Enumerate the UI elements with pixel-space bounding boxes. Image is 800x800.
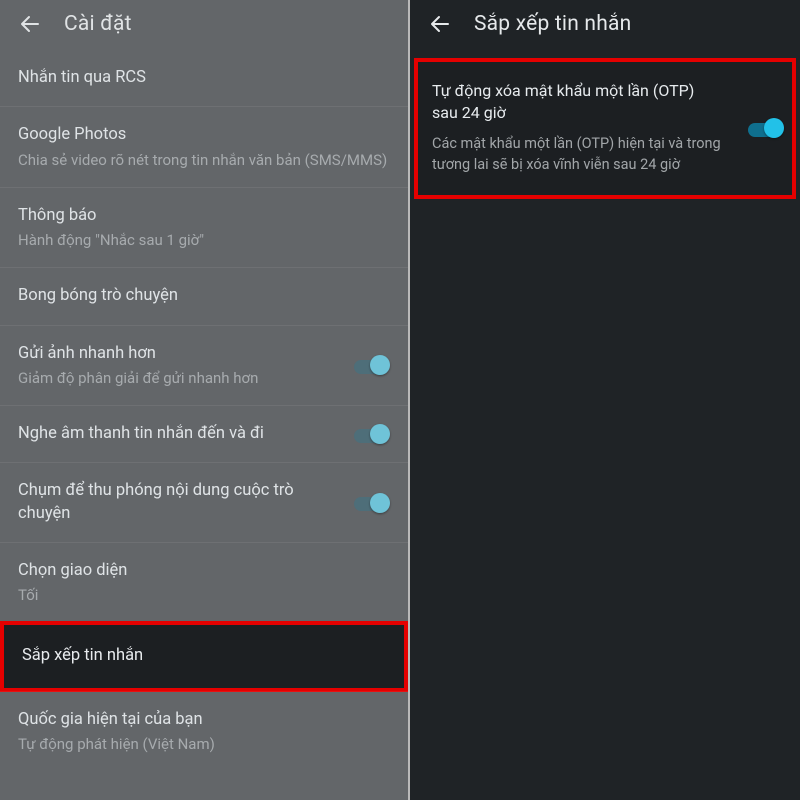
back-icon[interactable]	[18, 12, 42, 36]
row-country[interactable]: Quốc gia hiện tại của bạn Tự động phát h…	[0, 691, 408, 772]
back-icon[interactable]	[428, 12, 452, 36]
card-title: Tự động xóa mật khẩu một lần (OTP) sau 2…	[432, 80, 778, 125]
card-description: Các mật khẩu một lần (OTP) hiện tại và t…	[432, 133, 778, 175]
organize-messages-screen: Sắp xếp tin nhắn Tự động xóa mật khẩu mộ…	[410, 0, 800, 800]
row-notifications[interactable]: Thông báo Hành động "Nhắc sau 1 giờ"	[0, 187, 408, 268]
row-send-faster[interactable]: Gửi ảnh nhanh hơn Giảm độ phân giải để g…	[0, 325, 408, 406]
row-label: Chọn giao diện	[18, 560, 390, 582]
row-sublabel: Chia sẻ video rõ nét trong tin nhắn văn …	[18, 150, 390, 170]
row-label: Thông báo	[18, 205, 390, 227]
appbar: Sắp xếp tin nhắn	[410, 0, 800, 50]
toggle-otp-auto-delete[interactable]	[746, 118, 782, 138]
row-theme[interactable]: Chọn giao diện Tối	[0, 542, 408, 623]
row-chat-bubbles[interactable]: Bong bóng trò chuyện	[0, 267, 408, 324]
settings-list: Nhắn tin qua RCS Google Photos Chia sẻ v…	[0, 50, 408, 800]
row-sublabel: Giảm độ phân giải để gửi nhanh hơn	[18, 368, 336, 388]
row-label: Google Photos	[18, 124, 390, 146]
row-pinch-zoom[interactable]: Chụm để thu phóng nội dung cuộc trò chuy…	[0, 462, 408, 542]
row-label: Sắp xếp tin nhắn	[22, 645, 386, 667]
row-label: Quốc gia hiện tại của bạn	[18, 709, 390, 731]
toggle-send-faster[interactable]	[352, 355, 388, 375]
row-rcs[interactable]: Nhắn tin qua RCS	[0, 50, 408, 106]
toggle-message-sounds[interactable]	[352, 424, 388, 444]
settings-screen: Cài đặt Nhắn tin qua RCS Google Photos C…	[0, 0, 408, 800]
appbar: Cài đặt	[0, 0, 408, 50]
row-sublabel: Tối	[18, 585, 390, 605]
otp-auto-delete-card[interactable]: Tự động xóa mật khẩu một lần (OTP) sau 2…	[414, 58, 796, 199]
toggle-pinch-zoom[interactable]	[352, 493, 388, 513]
row-label: Gửi ảnh nhanh hơn	[18, 343, 336, 365]
row-label: Chụm để thu phóng nội dung cuộc trò chuy…	[18, 480, 336, 525]
row-label: Nhắn tin qua RCS	[18, 67, 390, 89]
page-title: Sắp xếp tin nhắn	[474, 12, 631, 36]
row-organize-messages[interactable]: Sắp xếp tin nhắn	[0, 621, 408, 691]
row-google-photos[interactable]: Google Photos Chia sẻ video rõ nét trong…	[0, 106, 408, 187]
two-up-screenshot: Cài đặt Nhắn tin qua RCS Google Photos C…	[0, 0, 800, 800]
row-sublabel: Tự động phát hiện (Việt Nam)	[18, 734, 390, 754]
row-message-sounds[interactable]: Nghe âm thanh tin nhắn đến và đi	[0, 405, 408, 462]
row-sublabel: Hành động "Nhắc sau 1 giờ"	[18, 230, 390, 250]
row-label: Bong bóng trò chuyện	[18, 285, 390, 307]
row-label: Nghe âm thanh tin nhắn đến và đi	[18, 423, 336, 445]
page-title: Cài đặt	[64, 12, 132, 36]
